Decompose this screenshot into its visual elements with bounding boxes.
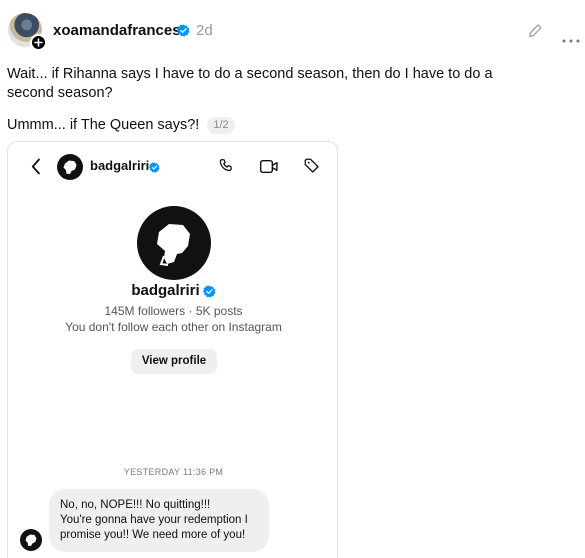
author-username[interactable]: xoamandafrances: [53, 22, 181, 40]
tag-icon: [303, 157, 321, 180]
attached-screenshot[interactable]: badgalriri badgalriri 145M followers · 5…: [7, 141, 338, 558]
page-indicator-badge: 1/2: [207, 117, 235, 134]
profile-stats: 145M followers · 5K posts: [104, 304, 243, 318]
profile-avatar: [137, 206, 211, 280]
post-text-second-line: Ummm... if The Queen says?!: [7, 117, 200, 133]
verified-badge-icon: [202, 285, 216, 303]
post-text-line1: Wait... if Rihanna says I have to do a s…: [7, 66, 493, 82]
post-text-second: Ummm... if The Queen says?! 1/2: [7, 116, 235, 135]
more-icon[interactable]: [562, 30, 580, 48]
profile-name-text: badgalriri: [131, 282, 200, 299]
message-sender-avatar: [20, 529, 42, 551]
post-text: Wait... if Rihanna says I have to do a s…: [7, 65, 547, 103]
post-text-line2: second season?: [7, 85, 113, 101]
post-time: 2d: [196, 22, 213, 39]
pencil-icon[interactable]: [528, 23, 543, 43]
dm-avatar: [57, 154, 83, 180]
message-line1: No, no, NOPE!!! No quitting!!!: [60, 499, 211, 511]
profile-name: badgalriri: [8, 282, 337, 300]
video-icon: [259, 158, 279, 180]
message-line3: promise you!! We need more of you!: [60, 529, 246, 541]
verified-badge-icon: [176, 24, 190, 42]
message-bubble: No, no, NOPE!!! No quitting!!! You're go…: [49, 489, 269, 552]
threads-post: xoamandafrances 2d Wait... if Rihanna sa…: [0, 0, 585, 558]
message-timestamp: YESTERDAY 11:36 PM: [123, 467, 224, 477]
follow-note: You don't follow each other on Instagram: [65, 320, 282, 334]
verified-badge-icon: [148, 160, 160, 178]
follow-plus-icon[interactable]: [30, 34, 47, 51]
author-avatar[interactable]: [8, 13, 47, 51]
dm-username: badgalriri: [90, 158, 150, 173]
chevron-left-icon: [31, 158, 41, 180]
message-line2: You're gonna have your redemption I: [60, 514, 248, 526]
phone-icon: [217, 157, 235, 180]
view-profile-button: View profile: [131, 349, 217, 374]
